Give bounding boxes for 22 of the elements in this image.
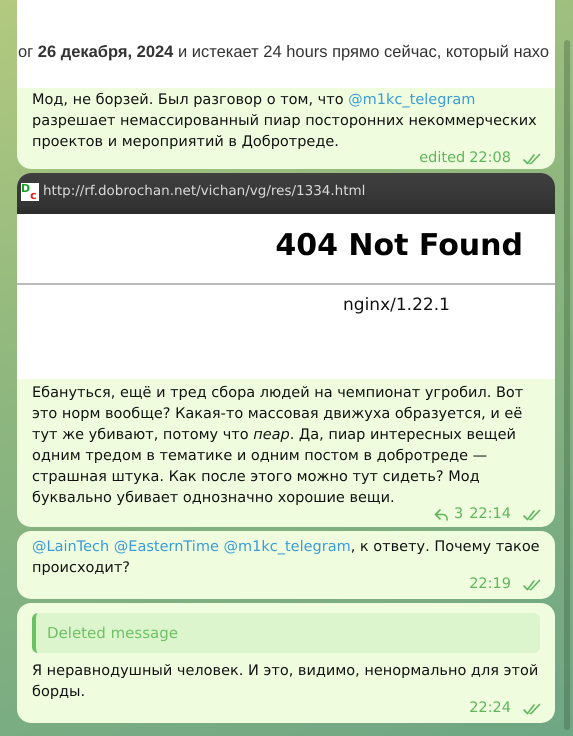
mention-link[interactable]: @m1kc_telegram: [224, 539, 351, 555]
url-text: http://rf.dobrochan.net/vichan/vg/res/1334.html: [43, 183, 366, 199]
mention-link[interactable]: @m1kc_telegram: [348, 92, 476, 108]
reply-quote[interactable]: Deleted message: [32, 613, 540, 653]
screenshot-text: ог 26 декабря, 2024 и истекает 24 hours прямо сейчас, который нахо: [18, 42, 550, 62]
message-time: 22:14: [469, 506, 511, 523]
message-text: Ебануться, ещё и тред сбора людей на чемпионат угробил. Вот это норм вообще? Какая-то массовая движуха образуется, и её тут же убивают, потому что пеар. Да, пиар интересных вещей одним тредом в тематике и одним постом в добротреде — страшная штука. Как после этого можно тут сидеть? Мод буквально убивает однозначно хорошие вещи.: [32, 384, 524, 507]
message-text: Я неравнодушный человек. И это, видимо, ненормально для этой борды.: [32, 662, 540, 701]
scrollbar[interactable]: [564, 40, 570, 730]
edited-label: edited: [419, 150, 466, 167]
message-text: @LainTech @EasternTime @m1kc_telegram, к ответу. Почему такое происходит?: [32, 538, 541, 577]
mention-link[interactable]: @LainTech: [32, 539, 110, 555]
message-time: 22:19: [469, 576, 511, 593]
message-time: 22:24: [469, 700, 511, 717]
reply-count: 3: [454, 506, 464, 523]
server-text: nginx/1.22.1: [343, 295, 450, 315]
message-text: Мод, не борзей. Был разговор о том, что @m1kc_telegram разрешает немассированный пиар посторонних некоммерческих проектов и мероприятий в Добротреде.: [32, 91, 538, 151]
message-time: 22:08: [469, 150, 511, 167]
reply-icon: [434, 508, 448, 520]
favicon-icon: Dc: [21, 183, 39, 201]
mention-link[interactable]: @EasternTime: [114, 539, 219, 555]
error-heading: 404 Not Found: [275, 228, 523, 263]
